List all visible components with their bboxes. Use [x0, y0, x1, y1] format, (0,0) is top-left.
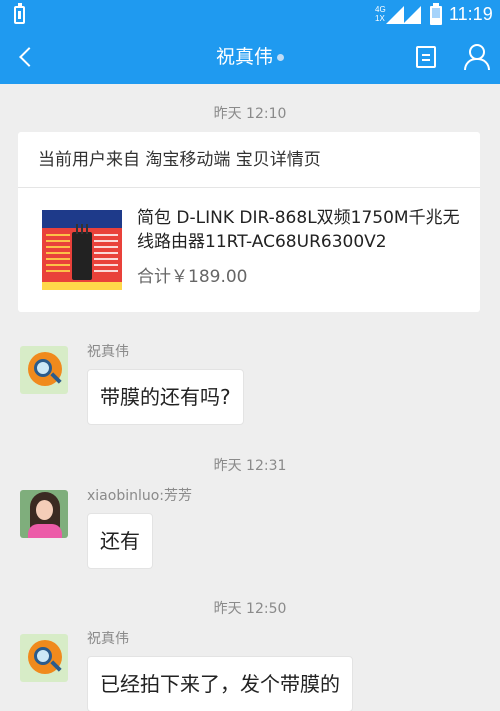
message-timestamp-3: 昨天 12:50 — [213, 601, 287, 617]
back-icon[interactable] — [12, 42, 42, 72]
product-source: 当前用户来自 淘宝移动端 宝贝详情页 — [18, 132, 480, 188]
avatar-shirt — [28, 524, 62, 538]
message-timestamp-2: 昨天 12:31 — [213, 458, 287, 474]
sender-name: 祝真伟 — [87, 344, 129, 360]
avatar-face — [36, 500, 53, 520]
avatar-3[interactable] — [20, 634, 68, 682]
sender-name-2: xiaobinluo:芳芳 — [87, 488, 193, 504]
message-bubble[interactable]: 带膜的还有吗? — [87, 369, 244, 425]
product-card[interactable]: 当前用户来自 淘宝移动端 宝贝详情页 简包 D-LINK DIR-868L双频1… — [18, 132, 480, 312]
product-price: 合计￥189.00 — [137, 267, 248, 287]
thumbnail-banner — [42, 210, 122, 228]
online-status-dot — [277, 54, 284, 61]
status-bar: 4G 1X 11:19 — [0, 0, 500, 30]
avatar-2[interactable] — [20, 490, 68, 538]
document-list-icon[interactable] — [416, 46, 436, 68]
router-image — [72, 224, 92, 280]
chat-header: 祝真伟 — [0, 30, 500, 84]
signal-strength-icon-2 — [403, 6, 421, 24]
message-timestamp: 昨天 12:10 — [213, 106, 287, 122]
thumbnail-footer — [42, 282, 122, 290]
battery-icon — [430, 3, 442, 25]
avatar[interactable] — [20, 346, 68, 394]
page-title: 祝真伟 — [215, 46, 273, 68]
product-title[interactable]: 简包 D-LINK DIR-868L双频1750M千兆无线路由器11RT-AC6… — [137, 206, 467, 254]
product-thumbnail[interactable] — [42, 210, 122, 290]
sender-name-3: 祝真伟 — [87, 631, 129, 647]
thumbnail-spec-lines — [46, 234, 70, 274]
signal-strength-icon — [386, 6, 404, 24]
thumbnail-spec-lines-right — [94, 234, 118, 274]
network-type-label: 4G 1X — [375, 5, 386, 23]
person-icon[interactable] — [464, 44, 490, 70]
message-bubble-3[interactable]: 已经拍下来了，发个带膜的 — [87, 656, 353, 711]
message-bubble-2[interactable]: 还有 — [87, 513, 153, 569]
battery-alert-icon — [14, 3, 25, 24]
clock: 11:19 — [449, 4, 493, 24]
